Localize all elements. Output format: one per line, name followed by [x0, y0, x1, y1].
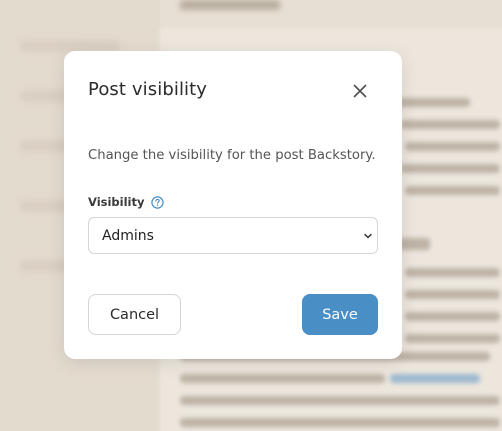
close-button[interactable] — [350, 81, 370, 101]
dialog-title: Post visibility — [88, 79, 208, 100]
background-text-line — [180, 396, 500, 405]
visibility-selected-value: Admins — [102, 228, 154, 244]
background-text-line — [400, 120, 500, 129]
background-text-line — [405, 312, 500, 321]
cancel-button[interactable]: Cancel — [88, 294, 181, 335]
background-text-line — [180, 418, 500, 427]
visibility-select[interactable]: Admins — [88, 217, 378, 254]
post-visibility-dialog: Post visibility Change the visibility fo… — [64, 51, 402, 359]
help-circle-icon[interactable] — [151, 195, 165, 209]
background-text-line — [405, 290, 500, 299]
background-text-line — [180, 374, 385, 383]
background-text-line — [405, 186, 500, 195]
visibility-label-text: Visibility — [88, 195, 145, 209]
background-text-line — [405, 268, 500, 277]
visibility-field-label: Visibility — [88, 195, 165, 209]
app-screen: Post visibility Change the visibility fo… — [0, 0, 502, 431]
background-text-line — [405, 334, 500, 343]
close-icon — [353, 84, 367, 98]
background-text-line — [405, 142, 500, 151]
background-page-title — [180, 0, 280, 10]
chevron-down-icon — [364, 233, 372, 239]
background-text-line — [400, 164, 500, 173]
background-link — [390, 374, 480, 383]
save-button[interactable]: Save — [302, 294, 378, 335]
dialog-description: Change the visibility for the post Backs… — [88, 148, 376, 163]
